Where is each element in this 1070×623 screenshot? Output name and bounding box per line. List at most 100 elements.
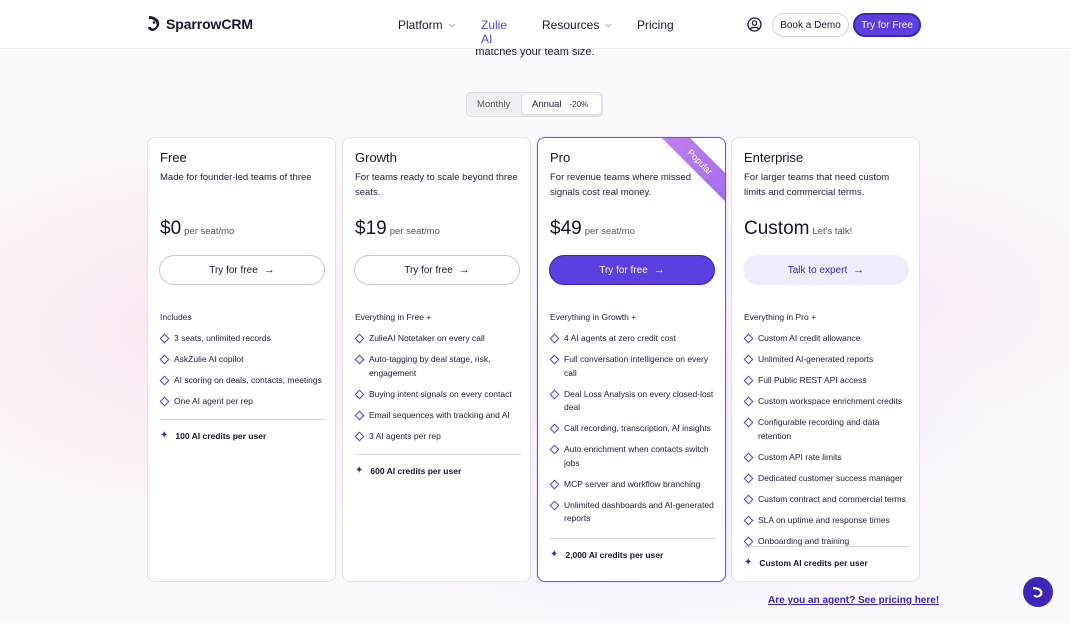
try-free-button[interactable]: Try for free → xyxy=(159,255,325,285)
talk-to-expert-button[interactable]: Talk to expert → xyxy=(743,255,909,285)
feature-text: SLA on uptime and response times xyxy=(758,514,890,525)
price-amount: $0 xyxy=(160,218,182,239)
price-unit: per seat/mo xyxy=(389,226,440,237)
diamond-icon xyxy=(159,354,170,365)
plan-card-enterprise: Enterprise For larger teams that need cu… xyxy=(731,137,920,582)
try-free-nav-button[interactable]: Try for Free xyxy=(853,13,921,37)
plan-price: $19 per seat/mo xyxy=(355,218,440,240)
feature-item: Custom AI credit allowance xyxy=(743,332,914,346)
agent-pricing-link[interactable]: Are you an agent? See pricing here! xyxy=(768,595,939,606)
feature-text: Dedicated customer success manager xyxy=(758,472,903,483)
credits-text: 100 AI credits per user xyxy=(175,431,267,441)
ai-credits: ✦ 600 AI credits per user xyxy=(355,466,461,477)
diamond-icon xyxy=(354,389,365,399)
feature-item: Auto-tagging by deal stage, risk, engage… xyxy=(354,353,525,380)
logo-text: SparrowCRM xyxy=(166,15,253,32)
sparrow-logo-icon xyxy=(148,16,160,31)
feature-text: MCP server and workflow branching xyxy=(564,478,701,489)
discount-badge: -20% xyxy=(569,100,589,109)
plan-price: $49 per seat/mo xyxy=(550,218,635,240)
try-free-button[interactable]: Try for free → xyxy=(354,255,520,285)
arrow-right-icon: → xyxy=(263,264,275,276)
nav-platform[interactable]: Platform ⌵ xyxy=(398,18,455,32)
feature-list: 4 AI agents at zero credit cost Full con… xyxy=(549,332,720,533)
top-navbar: SparrowCRM Platform ⌵ Zulie AI Resources… xyxy=(0,0,1070,49)
diamond-icon xyxy=(743,452,754,462)
diamond-icon xyxy=(743,515,754,525)
feature-item: AI scoring on deals, contacts, meetings xyxy=(159,374,330,388)
button-label: Try for free xyxy=(599,264,648,276)
diamond-icon xyxy=(354,354,365,365)
try-free-button[interactable]: Try for free → xyxy=(549,255,715,285)
nav-resources[interactable]: Resources ⌵ xyxy=(542,18,611,32)
nav-pricing[interactable]: Pricing xyxy=(637,18,674,32)
chat-icon xyxy=(1033,587,1043,598)
logo[interactable]: SparrowCRM xyxy=(147,15,253,32)
plan-card-growth: Growth For teams ready to scale beyond t… xyxy=(342,137,531,582)
nav-zulie-ai[interactable]: Zulie AI xyxy=(481,18,507,46)
feature-text: Full conversation intelligence on every … xyxy=(564,354,709,378)
plan-card-free: Free Made for founder-led teams of three… xyxy=(147,137,336,582)
sparkle-icon: ✦ xyxy=(160,430,169,441)
diamond-icon xyxy=(354,410,365,420)
button-label: Try for free xyxy=(209,264,258,276)
diamond-icon xyxy=(549,354,560,365)
plan-description: For teams ready to scale beyond three se… xyxy=(355,172,518,198)
button-label: Try for free xyxy=(404,264,453,276)
plan-name: Free xyxy=(160,150,187,165)
feature-text: Unlimited AI-generated reports xyxy=(758,354,874,364)
feature-item: AskZulie AI copilot xyxy=(159,353,330,367)
feature-text: Configurable recording and data retentio… xyxy=(758,417,880,441)
user-account-icon[interactable] xyxy=(747,17,762,32)
plan-price: $0 per seat/mo xyxy=(160,218,234,240)
feature-text: Email sequences with tracking and AI xyxy=(369,409,510,420)
button-label: Talk to expert xyxy=(787,264,848,276)
feature-text: AskZulie AI copilot xyxy=(174,354,244,364)
credits-text: Custom AI credits per user xyxy=(759,558,868,568)
arrow-right-icon: → xyxy=(853,264,865,276)
toggle-monthly[interactable]: Monthly xyxy=(477,99,510,110)
feature-text: 3 AI agents per rep xyxy=(369,430,441,441)
feature-item: Deal Loss Analysis on every closed-lost … xyxy=(549,388,720,415)
feature-item: ZulieAI Notetaker on every call xyxy=(354,332,525,346)
diamond-icon xyxy=(743,417,754,428)
diamond-icon xyxy=(549,333,560,344)
feature-text: Call recording, transcription, AI insigh… xyxy=(564,423,711,433)
ai-credits: ✦ 2,000 AI credits per user xyxy=(550,550,664,561)
feature-text: AI scoring on deals, contacts, meetings xyxy=(174,375,322,385)
feature-text: Custom workspace enrichment credits xyxy=(758,396,903,406)
plan-price: Custom Let's talk! xyxy=(744,218,852,240)
nav-zulie-ai-label: Zulie AI xyxy=(481,18,508,46)
nav-resources-label: Resources xyxy=(542,18,600,32)
plan-description: For revenue teams where missed signals c… xyxy=(550,172,691,198)
includes-heading: Everything in Growth + xyxy=(550,312,637,322)
toggle-annual[interactable]: Annual -20% xyxy=(522,95,601,114)
book-demo-button[interactable]: Book a Demo xyxy=(772,13,849,37)
feature-item: SLA on uptime and response times xyxy=(743,514,914,528)
billing-toggle[interactable]: Monthly Annual -20% xyxy=(466,92,603,117)
arrow-right-icon: → xyxy=(458,264,470,276)
diamond-icon xyxy=(743,354,754,365)
diamond-icon xyxy=(549,500,560,510)
diamond-icon xyxy=(159,333,170,344)
feature-item: 3 seats, unlimited records xyxy=(159,332,330,346)
diamond-icon xyxy=(159,396,170,407)
plan-name: Pro xyxy=(550,150,571,165)
price-unit: Let's talk! xyxy=(812,226,853,237)
feature-item: Custom workspace enrichment credits xyxy=(743,395,914,409)
feature-item: Configurable recording and data retentio… xyxy=(743,416,914,443)
feature-text: Buying intent signals on every contact xyxy=(369,388,512,399)
includes-heading: Everything in Free + xyxy=(355,312,432,322)
toggle-annual-label: Annual xyxy=(532,99,562,110)
sparkle-icon: ✦ xyxy=(744,557,753,568)
chat-button[interactable] xyxy=(1023,577,1053,607)
price-amount: $49 xyxy=(550,218,582,239)
nav-pricing-label: Pricing xyxy=(637,18,674,32)
diamond-icon xyxy=(549,444,560,455)
feature-item: One AI agent per rep xyxy=(159,395,330,409)
divider xyxy=(160,419,326,420)
feature-item: Unlimited AI-generated reports xyxy=(743,353,914,367)
arrow-right-icon: → xyxy=(653,264,665,276)
feature-text: Custom API rate limits xyxy=(758,451,842,462)
credits-text: 2,000 AI credits per user xyxy=(565,550,664,560)
